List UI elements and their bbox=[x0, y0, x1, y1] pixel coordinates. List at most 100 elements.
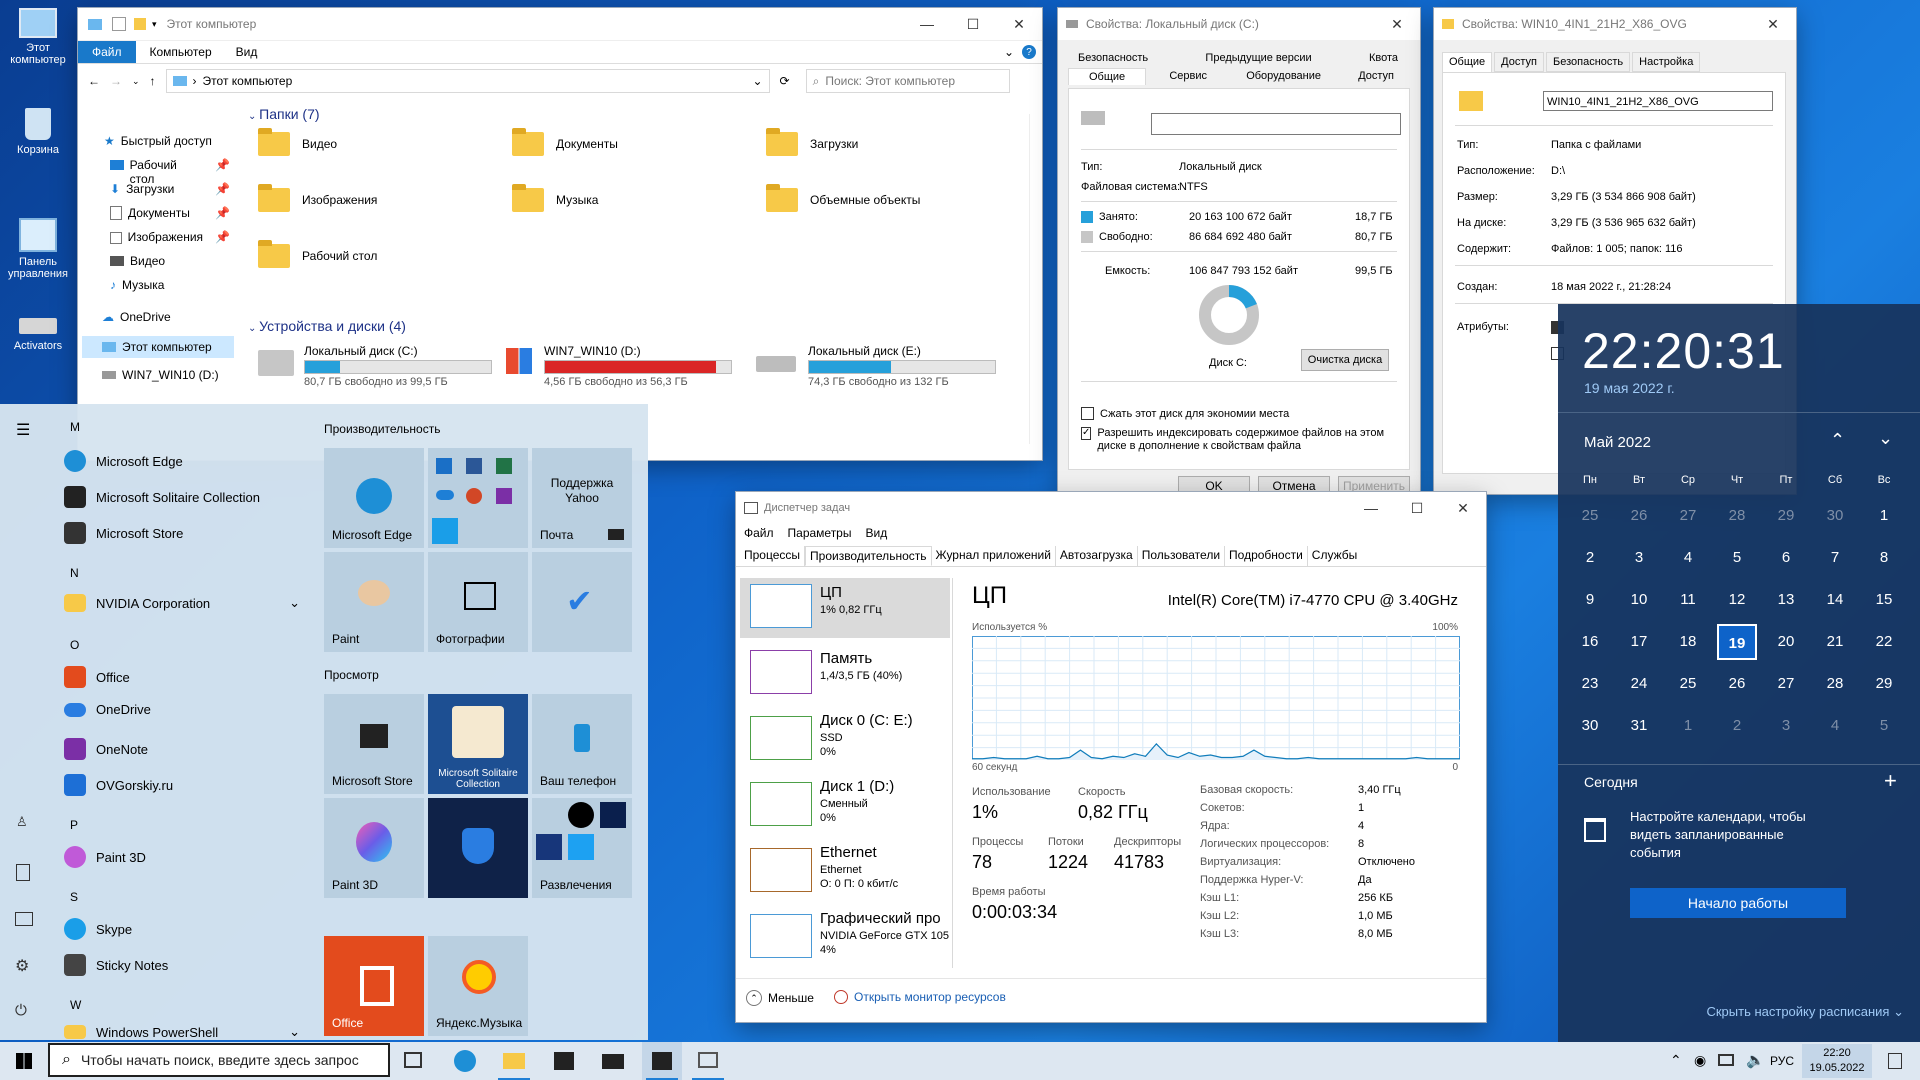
letter-n[interactable]: N bbox=[70, 566, 79, 580]
calendar-day[interactable]: 23 bbox=[1566, 666, 1614, 702]
calendar-day[interactable]: 2 bbox=[1713, 708, 1761, 744]
tile-entertainment[interactable]: Развлечения bbox=[532, 798, 632, 898]
tile-security[interactable] bbox=[428, 798, 528, 898]
close-button[interactable]: ✕ bbox=[1440, 492, 1486, 524]
tile-office[interactable]: Office bbox=[324, 936, 424, 1036]
calendar-day[interactable]: 27 bbox=[1762, 666, 1810, 702]
resource-monitor-link[interactable]: Открыть монитор ресурсов bbox=[834, 990, 1006, 1004]
letter-w[interactable]: W bbox=[70, 998, 81, 1012]
calendar-day[interactable]: 25 bbox=[1566, 498, 1614, 534]
close-button[interactable]: ✕ bbox=[1374, 8, 1420, 40]
nav-this-pc[interactable]: Этот компьютер bbox=[82, 336, 234, 358]
close-button[interactable]: ✕ bbox=[996, 8, 1042, 40]
start-button[interactable] bbox=[0, 1042, 48, 1080]
hamburger-icon[interactable]: ☰ bbox=[16, 420, 30, 440]
tray-meet-icon[interactable]: ◉ bbox=[1694, 1052, 1706, 1069]
letter-o[interactable]: O bbox=[70, 638, 79, 652]
calendar-day[interactable]: 31 bbox=[1615, 708, 1663, 744]
tab-security[interactable]: Безопасность bbox=[1068, 50, 1158, 66]
compress-checkbox-row[interactable]: Сжать этот диск для экономии места bbox=[1081, 407, 1289, 420]
tab-file[interactable]: Файл bbox=[78, 41, 136, 63]
drive-c[interactable]: Локальный диск (C:) 80,7 ГБ свободно из … bbox=[258, 344, 498, 388]
tile-office-apps[interactable] bbox=[428, 448, 528, 548]
calendar-day[interactable]: 3 bbox=[1615, 540, 1663, 576]
tile-microsoft-edge[interactable]: Microsoft Edge bbox=[324, 448, 424, 548]
nav-quick-access[interactable]: ★ Быстрый доступ bbox=[104, 134, 212, 148]
nav-music[interactable]: ♪ Музыка bbox=[110, 278, 164, 292]
drive-d[interactable]: WIN7_WIN10 (D:) 4,56 ГБ свободно из 56,3… bbox=[502, 344, 742, 388]
notifications-icon[interactable] bbox=[1888, 1053, 1902, 1069]
calendar-day[interactable]: 10 bbox=[1615, 582, 1663, 618]
clock-date[interactable]: 19 мая 2022 г. bbox=[1584, 380, 1675, 396]
app-onenote[interactable]: OneNote bbox=[64, 738, 148, 760]
checkbox-checked[interactable]: ✓ bbox=[1081, 427, 1092, 440]
calendar-day[interactable]: 2 bbox=[1566, 540, 1614, 576]
desktop-icon-recycle-bin[interactable]: Корзина bbox=[6, 108, 70, 156]
app-nvidia[interactable]: NVIDIA Corporation ⌄ bbox=[64, 594, 300, 612]
tab-app-history[interactable]: Журнал приложений bbox=[932, 546, 1056, 566]
calendar-day[interactable]: 28 bbox=[1811, 666, 1859, 702]
chevron-down-icon[interactable]: ⌄ bbox=[752, 74, 762, 88]
calendar-day[interactable]: 25 bbox=[1664, 666, 1712, 702]
minimize-button[interactable]: — bbox=[904, 8, 950, 40]
calendar-day[interactable]: 17 bbox=[1615, 624, 1663, 660]
chevron-down-icon[interactable]: ⌄ bbox=[132, 76, 140, 87]
calendar-day[interactable]: 4 bbox=[1664, 540, 1712, 576]
calendar-day[interactable]: 5 bbox=[1860, 708, 1908, 744]
tray-network-icon[interactable] bbox=[1718, 1054, 1734, 1066]
letter-p[interactable]: P bbox=[70, 818, 78, 832]
menu-file[interactable]: Файл bbox=[744, 526, 774, 540]
tile-yahoo-mail[interactable]: Поддержка Yahoo Почта bbox=[532, 448, 632, 548]
calendar-day[interactable]: 29 bbox=[1860, 666, 1908, 702]
menu-options[interactable]: Параметры bbox=[788, 526, 852, 540]
search-input[interactable]: ⌕ Поиск: Этот компьютер bbox=[805, 69, 1010, 93]
disk-cleanup-button[interactable]: Очистка диска bbox=[1301, 349, 1389, 371]
desktop-icon-activators[interactable]: Activators bbox=[6, 312, 70, 352]
properties-icon[interactable] bbox=[112, 17, 126, 31]
taskbar-explorer-icon[interactable] bbox=[494, 1042, 534, 1080]
desktop-icon-control-panel[interactable]: Панель управления bbox=[4, 218, 72, 280]
tab-startup[interactable]: Автозагрузка bbox=[1056, 546, 1138, 566]
tray-clock[interactable]: 22:20 19.05.2022 bbox=[1802, 1044, 1872, 1078]
tab-performance[interactable]: Производительность bbox=[805, 546, 932, 566]
calendar-day[interactable]: 14 bbox=[1811, 582, 1859, 618]
calendar-day[interactable]: 16 bbox=[1566, 624, 1614, 660]
task-view-icon[interactable] bbox=[404, 1052, 422, 1068]
power-icon[interactable]: ⏻ bbox=[15, 1002, 27, 1019]
help-icon[interactable]: ? bbox=[1022, 45, 1036, 59]
calendar-day[interactable]: 30 bbox=[1811, 498, 1859, 534]
app-solitaire[interactable]: Microsoft Solitaire Collection bbox=[64, 486, 260, 508]
tab-computer[interactable]: Компьютер bbox=[136, 41, 226, 63]
tab-hardware[interactable]: Оборудование bbox=[1230, 68, 1337, 85]
group-browse[interactable]: Просмотр bbox=[324, 668, 379, 682]
app-onedrive[interactable]: OneDrive bbox=[64, 702, 151, 717]
refresh-icon[interactable]: ⟳ bbox=[780, 74, 790, 88]
pictures-icon[interactable] bbox=[15, 912, 33, 926]
taskbar-mail-icon[interactable] bbox=[602, 1054, 624, 1069]
tile-photos[interactable]: Фотографии bbox=[428, 552, 528, 652]
tab-general[interactable]: Общие bbox=[1442, 52, 1493, 72]
tab-services[interactable]: Службы bbox=[1308, 546, 1361, 566]
folder-documents[interactable]: Документы bbox=[512, 128, 618, 156]
calendar-day[interactable]: 3 bbox=[1762, 708, 1810, 744]
calendar-day[interactable]: 7 bbox=[1811, 540, 1859, 576]
folder-downloads[interactable]: Загрузки bbox=[766, 128, 858, 156]
tab-tools[interactable]: Сервис bbox=[1153, 68, 1223, 85]
checkbox[interactable] bbox=[1081, 407, 1094, 420]
taskbar-photos-icon[interactable] bbox=[642, 1042, 682, 1080]
vertical-scrollbar[interactable] bbox=[1029, 114, 1040, 444]
taskbar-edge-icon[interactable] bbox=[454, 1050, 476, 1072]
maximize-button[interactable]: ☐ bbox=[1394, 492, 1440, 524]
documents-icon[interactable] bbox=[16, 864, 30, 881]
back-icon[interactable]: ← bbox=[88, 74, 100, 88]
tab-processes[interactable]: Процессы bbox=[740, 546, 806, 566]
calendar-month[interactable]: Май 2022 bbox=[1584, 434, 1651, 451]
tab-sharing[interactable]: Доступ bbox=[1494, 52, 1544, 72]
calendar-day[interactable]: 26 bbox=[1615, 498, 1663, 534]
perf-item-ethernet[interactable]: Ethernet Ethernet О: 0 П: 0 кбит/с bbox=[740, 842, 950, 902]
tab-general[interactable]: Общие bbox=[1068, 68, 1147, 85]
calendar-day[interactable]: 27 bbox=[1664, 498, 1712, 534]
tray-language[interactable]: РУС bbox=[1770, 1054, 1794, 1068]
app-microsoft-edge[interactable]: Microsoft Edge bbox=[64, 450, 183, 472]
app-microsoft-store[interactable]: Microsoft Store bbox=[64, 522, 183, 544]
